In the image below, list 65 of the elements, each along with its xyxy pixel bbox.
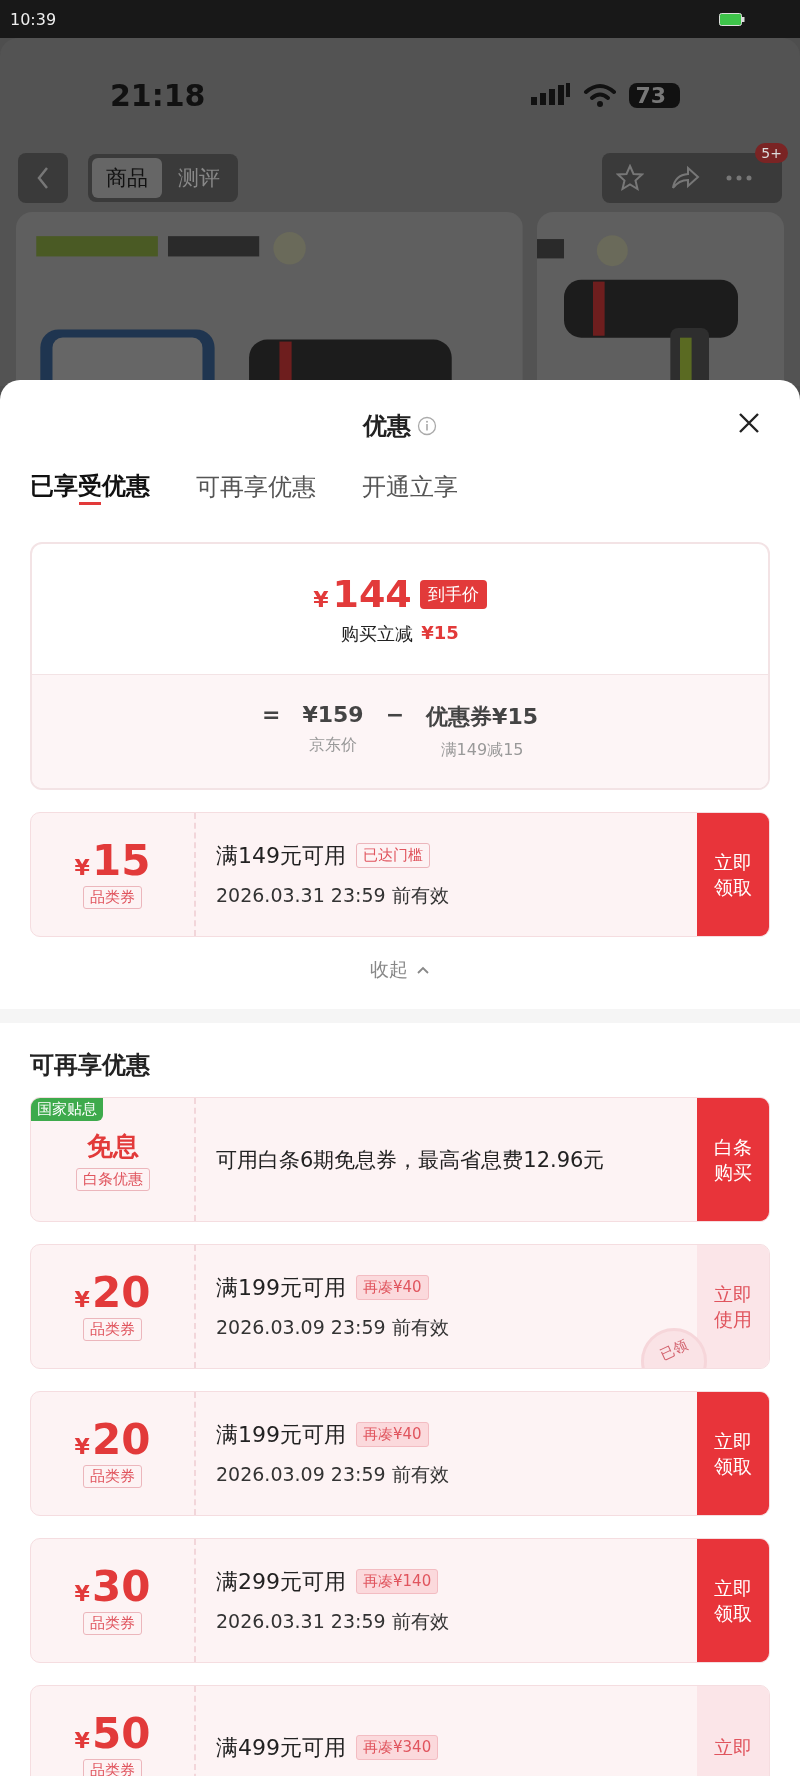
coupon-type-tag: 白条优惠 [75, 1167, 150, 1191]
discount-tab[interactable]: 开通立享 [362, 466, 458, 508]
coupon-expiry: 2026.03.31 23:59 前有效 [216, 882, 450, 908]
discount-tab[interactable]: 可再享优惠 [196, 466, 316, 508]
back-button[interactable] [18, 153, 68, 203]
status-time: 21:18 [110, 77, 206, 113]
coupon-expiry: 2026.03.09 23:59 前有效 [216, 1314, 450, 1340]
coupon-description: 可用白条6期免息券，最高省息费12.96元 [216, 1146, 606, 1174]
claimed-stamp: 已领 [641, 1328, 707, 1368]
saving-label: 购买立减 [341, 622, 414, 646]
coupon-condition: 满199元可用 [216, 1273, 346, 1302]
coupon-expiry: 2026.03.31 23:59 前有效 [216, 1608, 450, 1634]
price-term-label: 京东价 [309, 735, 357, 756]
coupon-action-button[interactable]: 立即领取 [697, 1539, 769, 1662]
notification-badge: 5+ [755, 143, 788, 163]
coupon-action-button[interactable]: 立即使用 [697, 1245, 769, 1368]
threshold-tag: 再凑¥140 [356, 1569, 439, 1594]
collapse-button[interactable]: 收起 [370, 957, 430, 983]
battery-indicator: 73 [629, 82, 680, 108]
coupon-action-button[interactable]: 立即领取 [697, 1392, 769, 1515]
signal-icon [531, 83, 572, 107]
price-term-label: 满149减15 [440, 740, 524, 761]
coupon-action-button[interactable]: 立即 [697, 1686, 769, 1776]
page-tab[interactable]: 商品 [92, 158, 162, 198]
price-tag: 到手价 [419, 579, 487, 609]
minus-sign: − [385, 702, 405, 727]
coupon-action-button[interactable]: 立即领取 [697, 813, 769, 936]
info-icon[interactable] [417, 416, 437, 436]
saving-amount: ¥15 [421, 622, 459, 645]
coupon-type-tag: 品类券 [83, 1318, 142, 1341]
price-term: 优惠券¥15 [426, 703, 538, 731]
coupon-amount: ¥20 [74, 1419, 151, 1461]
more-icon[interactable] [726, 175, 752, 181]
wifi-icon [583, 83, 618, 107]
price-term: ¥159 [302, 702, 364, 727]
threshold-tag: 再凑¥40 [356, 1422, 429, 1447]
coupon-amount: ¥15 [74, 840, 151, 882]
threshold-tag: 再凑¥40 [356, 1275, 429, 1300]
star-icon[interactable] [616, 164, 644, 192]
coupon-amount: ¥50 [74, 1713, 151, 1755]
final-price: ¥144 [313, 572, 412, 616]
equals-sign: = [261, 702, 281, 727]
share-icon[interactable] [670, 165, 700, 191]
coupon-condition: 满499元可用 [216, 1733, 346, 1762]
coupon-type-tag: 品类券 [83, 1612, 142, 1635]
interest-free-title: 免息 [86, 1129, 139, 1163]
coupon-amount: ¥20 [74, 1272, 151, 1314]
coupon-type-tag: 品类券 [83, 886, 142, 909]
subsidy-tag: 国家贴息 [31, 1098, 103, 1121]
threshold-tag: 再凑¥340 [356, 1735, 439, 1760]
page-tab[interactable]: 测评 [164, 158, 234, 198]
battery-icon [719, 12, 745, 26]
coupon-condition: 满149元可用 [216, 841, 346, 870]
threshold-tag: 已达门槛 [356, 843, 430, 868]
coupon-condition: 满299元可用 [216, 1567, 346, 1596]
coupon-expiry: 2026.03.09 23:59 前有效 [216, 1461, 450, 1487]
chevron-up-icon[interactable] [416, 965, 430, 975]
coupon-amount: ¥30 [74, 1566, 151, 1608]
section-title: 可再享优惠 [29, 1050, 151, 1081]
coupon-condition: 满199元可用 [216, 1420, 346, 1449]
coupon-action-button[interactable]: 白条购买 [697, 1098, 769, 1221]
coupon-type-tag: 品类券 [83, 1465, 142, 1488]
back-icon[interactable] [36, 166, 50, 190]
status-time: 10:39 [10, 9, 57, 29]
sheet-title: 优惠 [363, 411, 411, 442]
